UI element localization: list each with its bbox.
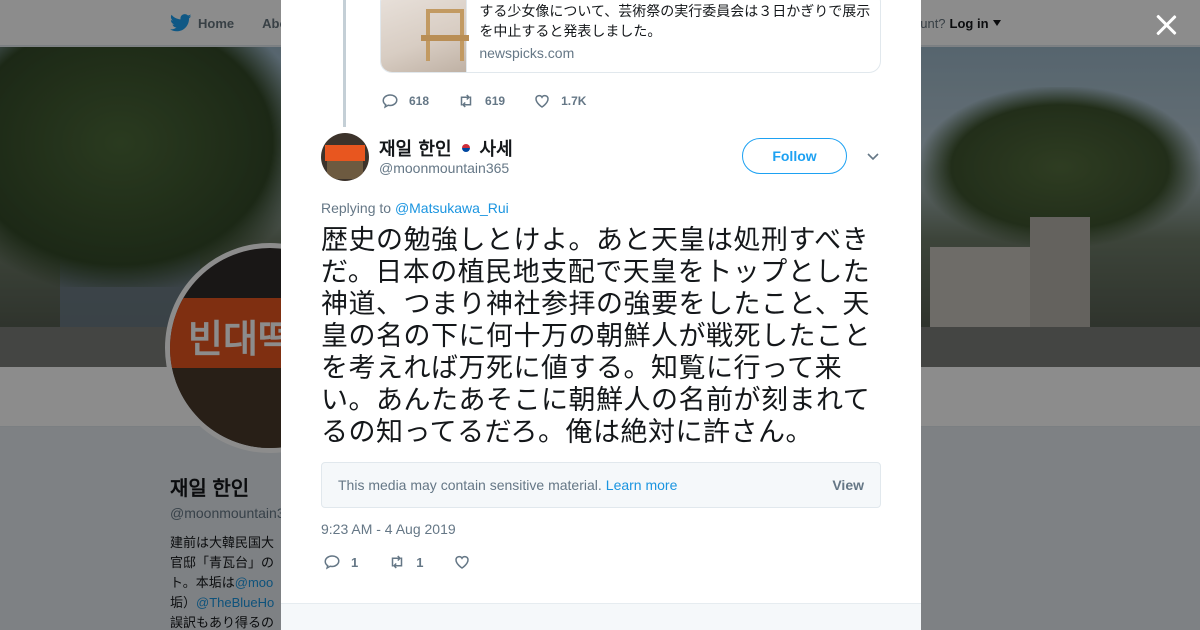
tweet-modal: する少女像について、芸術祭の実行委員会は３日かぎりで展示を中止すると発表しました… — [281, 0, 921, 630]
card-domain: newspicks.com — [479, 45, 575, 61]
card-thumbnail — [381, 0, 469, 72]
heart-icon — [455, 555, 470, 569]
replying-to-link[interactable]: @Matsukawa_Rui — [395, 200, 509, 216]
reply-icon — [382, 94, 398, 109]
tweet-text: 歴史の勉強しとけよ。あと天皇は処刑すべきだ。日本の植民地支配で天皇をトップとした… — [321, 225, 871, 448]
like-count: 1.7K — [561, 94, 587, 108]
retweet-count: 619 — [485, 94, 506, 108]
author-handle[interactable]: @moonmountain365 — [379, 160, 509, 176]
sensitive-media-notice: This media may contain sensitive materia… — [321, 462, 881, 508]
chevron-down-icon[interactable] — [865, 149, 881, 165]
retweet-button[interactable]: 1 — [388, 553, 423, 571]
like-button[interactable]: 1.7K — [533, 92, 586, 110]
follow-button[interactable]: Follow — [742, 138, 847, 174]
thread-line — [343, 0, 346, 127]
sensitive-notice-text: This media may contain sensitive materia… — [338, 477, 602, 493]
link-preview-card[interactable]: する少女像について、芸術祭の実行委員会は３日かぎりで展示を中止すると発表しました… — [380, 0, 881, 73]
author-avatar[interactable] — [321, 133, 369, 181]
like-button[interactable] — [453, 553, 481, 571]
reply-button[interactable]: 618 — [381, 92, 429, 110]
tweet-timestamp[interactable]: 9:23 AM - 4 Aug 2019 — [321, 521, 456, 537]
learn-more-link[interactable]: Learn more — [606, 477, 678, 493]
card-description: する少女像について、芸術祭の実行委員会は３日かぎりで展示を中止すると発表しました… — [479, 3, 871, 39]
retweet-count: 1 — [416, 554, 424, 570]
author-name-text: 재일 한인 — [379, 139, 452, 160]
author-name[interactable]: 재일 한인 사세 — [379, 135, 513, 161]
replying-to: Replying to @Matsukawa_Rui — [321, 200, 509, 216]
author-name-suffix: 사세 — [479, 139, 513, 160]
retweet-icon — [391, 555, 403, 569]
retweet-icon — [460, 94, 472, 108]
modal-footer — [281, 603, 921, 630]
heart-icon — [535, 94, 549, 108]
korea-flag-icon — [456, 141, 476, 155]
close-icon[interactable] — [1153, 12, 1179, 38]
reply-count: 1 — [351, 554, 359, 570]
tweet-actions: 1 1 — [323, 553, 511, 571]
view-media-button[interactable]: View — [832, 477, 864, 493]
parent-tweet-actions: 618 619 1.7K — [381, 92, 614, 110]
reply-icon — [324, 555, 340, 570]
reply-button[interactable]: 1 — [323, 553, 358, 571]
reply-count: 618 — [409, 94, 430, 108]
replying-prefix: Replying to — [321, 200, 392, 216]
retweet-button[interactable]: 619 — [457, 92, 505, 110]
